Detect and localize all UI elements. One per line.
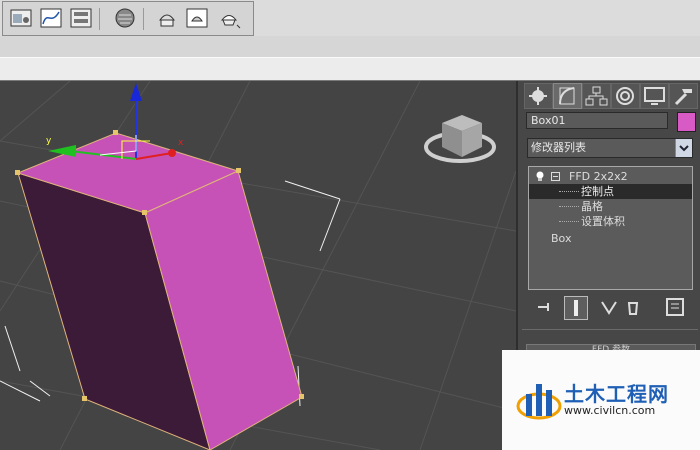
scene-explorer-button[interactable] — [9, 6, 33, 30]
perspective-viewport[interactable]: x y — [0, 81, 516, 450]
tab-hierarchy[interactable] — [582, 83, 611, 109]
modify-icon — [559, 87, 575, 105]
collapse-minus-icon[interactable] — [551, 172, 560, 181]
tree-line — [559, 221, 579, 222]
stack-subitem-set-volume[interactable]: 设置体积 — [529, 214, 692, 229]
scene-explorer-icon — [10, 9, 32, 27]
modifier-list-dropdown[interactable]: 修改器列表 — [527, 138, 693, 158]
site-watermark: 土木工程网 www.civilcn.com — [502, 350, 700, 450]
toolbar-strip — [0, 36, 700, 57]
show-end-result-icon — [574, 300, 578, 316]
stack-item-box[interactable]: Box — [529, 231, 692, 246]
make-unique-button[interactable] — [598, 296, 620, 318]
schematic-view-button[interactable] — [69, 6, 93, 30]
tab-display[interactable] — [640, 83, 669, 109]
modifier-stack: FFD 2x2x2 控制点 晶格 设置体积 Box — [528, 166, 693, 290]
pin-icon — [538, 303, 549, 311]
object-name-field[interactable]: Box01 — [526, 112, 668, 129]
utilities-icon — [674, 89, 692, 106]
render-setup-button[interactable] — [155, 6, 179, 30]
rendered-frame-button[interactable] — [185, 6, 209, 30]
viewport-canvas: x y — [0, 81, 516, 450]
remove-modifier-button[interactable] — [622, 296, 644, 318]
panel-divider — [522, 329, 698, 330]
show-end-result-button[interactable] — [564, 296, 588, 320]
toolbar-separator — [99, 8, 100, 30]
main-toolbar — [0, 0, 700, 37]
ribbon-strip — [0, 57, 700, 82]
render-production-icon — [220, 15, 241, 29]
pin-stack-button[interactable] — [534, 296, 556, 318]
stack-item-label: Box — [551, 232, 572, 245]
material-editor-icon — [115, 8, 135, 28]
dropdown-arrow-button[interactable] — [675, 139, 692, 157]
schematic-view-icon — [70, 8, 92, 28]
stack-subitem-control-points[interactable]: 控制点 — [529, 184, 692, 199]
make-unique-icon — [601, 301, 617, 315]
modifier-list-label: 修改器列表 — [531, 141, 586, 154]
command-panel-tabs — [524, 83, 700, 109]
watermark-url: www.civilcn.com — [564, 404, 656, 417]
tab-motion[interactable] — [611, 83, 640, 109]
tree-line — [559, 206, 579, 207]
toolbar-separator — [143, 8, 144, 30]
stack-item-ffd[interactable]: FFD 2x2x2 — [529, 169, 692, 184]
tab-create[interactable] — [524, 83, 553, 109]
tree-line — [559, 191, 579, 192]
motion-icon — [616, 87, 634, 105]
stack-subitem-label: 控制点 — [581, 185, 614, 198]
gizmo-x-label: x — [178, 138, 184, 148]
stack-subitem-lattice[interactable]: 晶格 — [529, 199, 692, 214]
object-color-swatch[interactable] — [677, 112, 696, 132]
hierarchy-icon — [585, 86, 608, 106]
viewcube[interactable] — [424, 115, 496, 163]
lightbulb-icon[interactable] — [535, 171, 545, 182]
tab-modify[interactable] — [553, 83, 582, 109]
curve-editor-button[interactable] — [39, 6, 63, 30]
rendered-frame-icon — [186, 8, 208, 28]
trash-icon — [627, 302, 639, 315]
display-icon — [644, 87, 665, 105]
stack-buttons — [526, 296, 696, 320]
toolbar-group — [2, 1, 254, 36]
stack-subitem-label: 设置体积 — [581, 215, 625, 228]
watermark-title: 土木工程网 — [564, 382, 669, 406]
render-setup-icon — [159, 14, 175, 27]
tab-utilities[interactable] — [669, 83, 698, 109]
render-production-button[interactable] — [217, 6, 241, 30]
configure-icon — [666, 298, 684, 316]
site-logo-icon — [516, 384, 562, 420]
configure-modifier-sets-button[interactable] — [664, 296, 686, 318]
chevron-down-icon — [679, 145, 689, 152]
stack-item-label: FFD 2x2x2 — [569, 170, 628, 183]
gizmo-y-label: y — [46, 136, 52, 146]
stack-subitem-label: 晶格 — [581, 200, 603, 213]
create-icon — [529, 87, 547, 105]
material-editor-button[interactable] — [113, 6, 137, 30]
curve-editor-icon — [40, 8, 62, 28]
